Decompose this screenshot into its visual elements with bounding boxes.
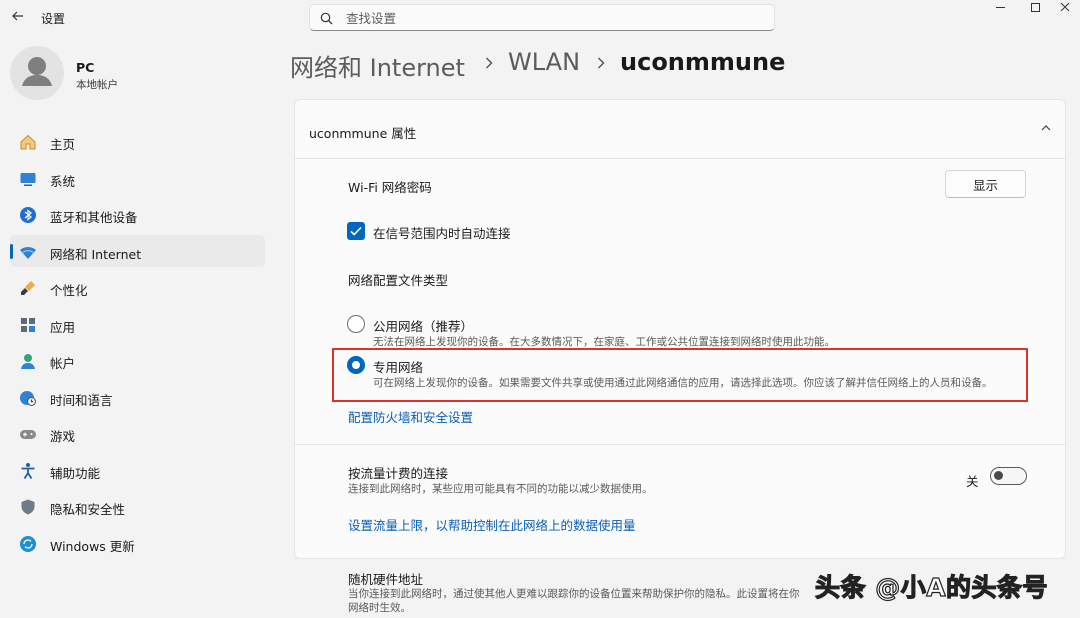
windows-update-icon [20, 535, 36, 552]
maximize-icon[interactable] [1021, 0, 1051, 16]
breadcrumb-network[interactable]: 网络和 Internet [290, 48, 465, 83]
sidebar-nav: 主页 系统 蓝牙和其他设备 网络和 Internet 个性化 应用 帐户 时间和… [10, 125, 265, 563]
accessibility-icon [21, 462, 35, 479]
metered-connection-label: 按流量计费的连接 [348, 466, 449, 481]
profile-name: PC [76, 60, 95, 75]
private-network-desc: 可在网络上发现你的设备。如果需要文件共享或使用通过此网络通信的应用，请选择此选项… [373, 377, 993, 389]
shield-icon [21, 499, 35, 515]
sidebar-item-label: 辅助功能 [50, 465, 101, 481]
sidebar-item-personalization[interactable]: 个性化 [10, 271, 265, 303]
sidebar-item-label: 主页 [50, 137, 76, 152]
chevron-right-icon [597, 57, 605, 69]
metered-connection-desc: 连接到此网络时，某些应用可能具有不同的功能以减少数据使用。 [348, 483, 653, 495]
watermark: 头条 @小A的头条号 [814, 572, 1049, 602]
close-icon[interactable] [1050, 0, 1080, 16]
sidebar-item-label: 网络和 Internet [50, 246, 142, 262]
private-network-radio[interactable] [347, 356, 365, 374]
profile-account-type: 本地帐户 [76, 79, 118, 91]
gamepad-icon [20, 430, 36, 439]
sidebar-item-accessibility[interactable]: 辅助功能 [10, 454, 265, 486]
public-network-label: 公用网络（推荐） [373, 319, 474, 334]
sidebar-item-home[interactable]: 主页 [10, 125, 265, 157]
sidebar-item-system[interactable]: 系统 [10, 162, 265, 194]
metered-toggle-state: 关 [966, 474, 979, 489]
title-bar: 设置 [0, 0, 1080, 36]
sidebar-item-label: 蓝牙和其他设备 [50, 210, 138, 225]
page-title: uconmmune [620, 48, 786, 76]
sidebar-item-bluetooth[interactable]: 蓝牙和其他设备 [10, 198, 265, 230]
home-icon [20, 134, 36, 150]
back-arrow-icon[interactable] [10, 8, 26, 24]
properties-title: uconmmune 属性 [309, 126, 417, 141]
sidebar-item-privacy[interactable]: 隐私和安全性 [10, 490, 265, 522]
metered-connection-toggle[interactable] [990, 467, 1027, 485]
sidebar-item-time-language[interactable]: 时间和语言 [10, 381, 265, 413]
show-password-button[interactable]: 显示 [945, 170, 1026, 198]
chevron-right-icon [485, 57, 493, 69]
avatar[interactable] [10, 46, 64, 100]
system-icon [20, 172, 36, 186]
sidebar-item-accounts[interactable]: 帐户 [10, 344, 265, 376]
random-mac-desc-line2: 网络时生效。 [348, 602, 411, 614]
app-title: 设置 [41, 12, 66, 26]
divider [294, 158, 1066, 159]
divider [294, 444, 1066, 445]
data-limit-link[interactable]: 设置流量上限，以帮助控制在此网络上的数据使用量 [348, 515, 636, 534]
sidebar-item-label: 游戏 [50, 429, 76, 444]
firewall-settings-link[interactable]: 配置防火墙和安全设置 [348, 407, 473, 426]
wifi-icon [20, 246, 36, 259]
random-mac-desc-line1: 当你连接到此网络时，通过使其他人更难以跟踪你的设备位置来帮助保护你的隐私。此设置… [348, 588, 800, 600]
account-icon [21, 354, 35, 369]
sidebar-item-apps[interactable]: 应用 [10, 308, 265, 340]
search-input[interactable] [344, 8, 768, 29]
public-network-desc: 无法在网络上发现你的设备。在大多数情况下，在家庭、工作或公共位置连接到网络时使用… [373, 336, 835, 348]
sidebar-item-windows-update[interactable]: Windows 更新 [10, 527, 265, 559]
sidebar-item-network[interactable]: 网络和 Internet [10, 234, 265, 267]
sidebar-item-label: Windows 更新 [50, 538, 135, 554]
wifi-password-label: Wi-Fi 网络密码 [348, 180, 432, 195]
minimize-icon[interactable] [986, 0, 1016, 16]
private-network-label: 专用网络 [373, 360, 424, 375]
properties-header[interactable]: uconmmune 属性 [294, 99, 1066, 159]
sidebar-item-label: 帐户 [50, 356, 76, 371]
search-box[interactable] [309, 4, 775, 31]
globe-clock-icon [20, 390, 36, 406]
sidebar-item-label: 时间和语言 [50, 392, 113, 408]
profile-type-heading: 网络配置文件类型 [348, 273, 449, 288]
checkmark-icon [350, 226, 362, 236]
divider [294, 558, 1066, 559]
user-avatar-icon [22, 57, 52, 86]
sidebar-item-label: 个性化 [50, 283, 88, 298]
apps-icon [21, 317, 35, 332]
breadcrumb-wlan[interactable]: WLAN [508, 48, 580, 76]
sidebar-item-label: 系统 [50, 173, 76, 189]
sidebar-item-gaming[interactable]: 游戏 [10, 417, 265, 449]
brush-icon [21, 281, 35, 295]
chevron-up-icon [1041, 125, 1051, 131]
search-icon [320, 12, 333, 25]
auto-connect-label: 在信号范围内时自动连接 [373, 226, 511, 241]
sidebar-item-label: 隐私和安全性 [50, 502, 126, 517]
bluetooth-icon [20, 207, 36, 223]
auto-connect-checkbox[interactable] [347, 222, 365, 240]
public-network-radio[interactable] [347, 315, 365, 333]
sidebar-item-label: 应用 [50, 319, 76, 335]
